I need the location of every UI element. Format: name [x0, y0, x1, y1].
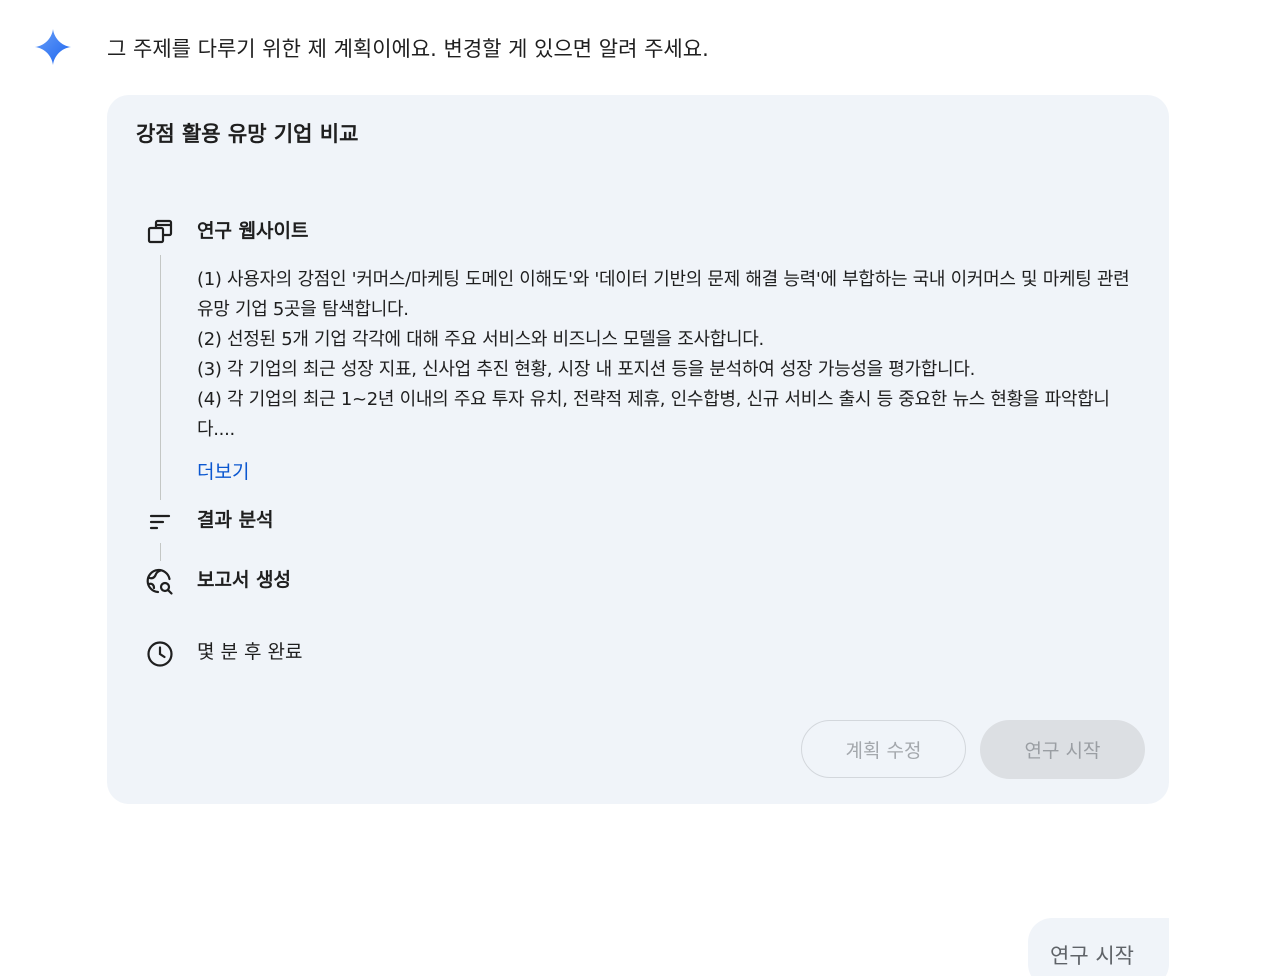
- assistant-intro-text: 그 주제를 다루기 위한 제 계획이에요. 변경할 게 있으면 알려 주세요.: [107, 37, 709, 61]
- step-label-website: 연구 웹사이트: [197, 220, 309, 242]
- website-icon: [145, 217, 175, 247]
- user-message-bubble: 연구 시작: [1028, 918, 1169, 976]
- start-research-button[interactable]: 연구 시작: [980, 720, 1145, 779]
- step-description-line: (1) 사용자의 강점인 '커머스/마케팅 도메인 이해도'와 '데이터 기반의…: [197, 269, 1130, 320]
- timeline-connector: [160, 543, 161, 561]
- step-label-analysis: 결과 분석: [197, 509, 274, 531]
- research-plan-card: 강점 활용 유망 기업 비교 연구 웹사이트 (1) 사용자의 강점인 '커머스…: [107, 95, 1169, 804]
- gemini-sparkle-icon: [35, 29, 71, 65]
- analysis-icon: [145, 507, 175, 537]
- step-description: (1) 사용자의 강점인 '커머스/마케팅 도메인 이해도'와 '데이터 기반의…: [197, 265, 1147, 445]
- step-description-line: (4) 각 기업의 최근 1~2년 이내의 주요 투자 유치, 전략적 제휴, …: [197, 389, 1110, 440]
- chat-page: 그 주제를 다루기 위한 제 계획이에요. 변경할 게 있으면 알려 주세요. …: [0, 0, 1284, 976]
- step-description-line: (3) 각 기업의 최근 성장 지표, 신사업 추진 현황, 시장 내 포지션 …: [197, 359, 976, 380]
- report-search-icon: [145, 567, 175, 597]
- show-more-link[interactable]: 더보기: [197, 458, 249, 486]
- clock-icon: [145, 639, 175, 669]
- plan-title: 강점 활용 유망 기업 비교: [136, 122, 359, 146]
- step-label-report: 보고서 생성: [197, 569, 292, 591]
- timeline-connector: [160, 255, 161, 500]
- edit-plan-button[interactable]: 계획 수정: [801, 720, 966, 778]
- step-description-line: (2) 선정된 5개 기업 각각에 대해 주요 서비스와 비즈니스 모델을 조사…: [197, 329, 764, 350]
- eta-label: 몇 분 후 완료: [197, 641, 303, 663]
